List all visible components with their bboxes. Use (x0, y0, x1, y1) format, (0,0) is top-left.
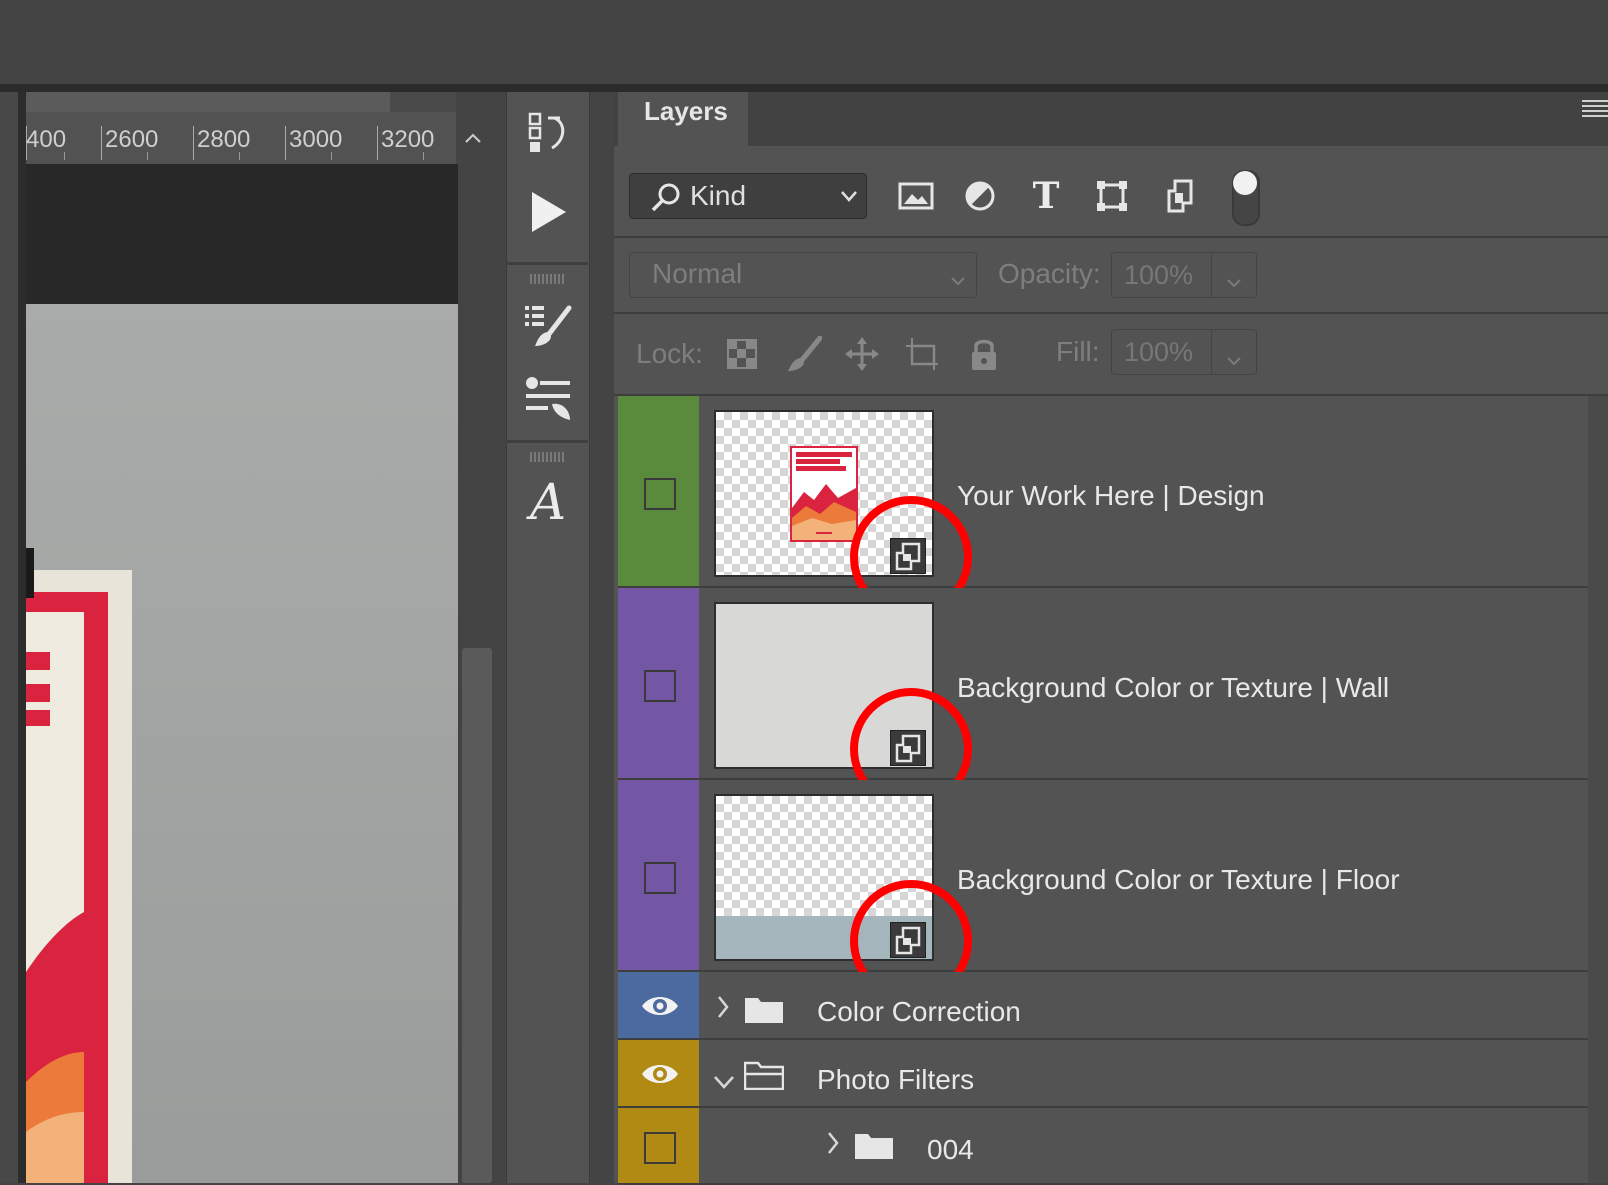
lock-all-icon[interactable] (964, 334, 1004, 374)
layers-scrollbar[interactable] (1588, 396, 1608, 1183)
chevron-down-icon[interactable] (1226, 346, 1242, 372)
horizontal-scrollbar-track[interactable] (390, 92, 456, 112)
eye-icon[interactable] (640, 1060, 680, 1088)
horizontal-scrollbar-thumb[interactable] (26, 92, 390, 112)
canvas-edge-mark (26, 548, 34, 598)
glyphs-panel-icon[interactable]: A (520, 473, 576, 531)
left-edge (0, 92, 18, 1183)
adjustment-filter-icon[interactable] (958, 174, 1002, 218)
chevron-right-icon[interactable] (716, 994, 730, 1027)
brush-settings-icon[interactable] (520, 298, 576, 354)
chevron-down-icon[interactable] (712, 1066, 736, 1097)
lock-position-icon[interactable] (842, 334, 882, 374)
open-folder-icon (743, 1060, 785, 1091)
opacity-value: 100% (1124, 260, 1194, 290)
layer-name[interactable]: Background Color or Texture | Floor (957, 864, 1400, 896)
blend-mode-value: Normal (652, 258, 743, 289)
lock-transparent-pixels-icon[interactable] (722, 334, 762, 374)
layer-group-name[interactable]: Color Correction (817, 996, 1021, 1028)
layer-visibility-toggle[interactable] (644, 478, 676, 510)
layer-name[interactable]: Your Work Here | Design (957, 480, 1265, 512)
fill-value: 100% (1124, 337, 1194, 367)
left-edge-shadow (18, 92, 26, 1183)
canvas-pasteboard (26, 164, 458, 304)
layer-group-row[interactable] (618, 1108, 1588, 1185)
chevron-down-icon (840, 182, 858, 208)
type-filter-icon[interactable]: T (1024, 174, 1068, 218)
poster-mockup-image (790, 446, 858, 542)
application-top-bar (0, 0, 1608, 84)
image-filter-icon[interactable] (894, 174, 938, 218)
chevron-down-icon (950, 266, 966, 292)
folder-icon (744, 994, 784, 1024)
ruler-label: 3200 (381, 126, 435, 153)
lock-image-pixels-icon[interactable] (784, 334, 824, 374)
actions-play-icon[interactable] (520, 184, 576, 240)
scroll-up-arrow-icon[interactable] (462, 128, 484, 150)
opacity-divider (1211, 252, 1212, 298)
search-icon (650, 182, 682, 219)
filter-toggle-knob (1233, 171, 1257, 195)
folder-icon (854, 1130, 894, 1160)
chevron-right-icon[interactable] (826, 1130, 840, 1163)
ruler-label: 2600 (105, 126, 159, 153)
lock-label: Lock: (636, 338, 703, 369)
panel-menu-icon[interactable] (1582, 98, 1608, 120)
lock-artboard-icon[interactable] (902, 334, 942, 374)
fill-label: Fill: (1056, 336, 1100, 367)
layer-visibility-toggle[interactable] (644, 670, 676, 702)
ruler-label: 2800 (197, 126, 251, 153)
panel-dock-strip (506, 92, 590, 1183)
tab-layers-label: Layers (644, 96, 728, 126)
layer-visibility-toggle[interactable] (644, 1132, 676, 1164)
fill-divider (1211, 329, 1212, 375)
tool-presets-icon[interactable] (520, 370, 576, 426)
layer-group-name[interactable]: Photo Filters (817, 1064, 974, 1096)
layer-group-name[interactable]: 004 (927, 1134, 974, 1166)
panel-tab-bar (614, 92, 1608, 146)
layer-visibility-toggle[interactable] (644, 862, 676, 894)
filter-kind-label: Kind (690, 180, 747, 211)
poster-artwork (26, 612, 84, 1183)
chevron-down-icon[interactable] (1226, 268, 1242, 294)
top-divider (0, 84, 1608, 92)
layer-name[interactable]: Background Color or Texture | Wall (957, 672, 1389, 704)
ruler-label: 400 (26, 126, 67, 153)
opacity-label: Opacity: (998, 258, 1101, 289)
shape-filter-icon[interactable] (1090, 174, 1134, 218)
history-panel-icon[interactable] (520, 106, 576, 162)
eye-icon[interactable] (640, 992, 680, 1020)
ruler-label: 3000 (289, 126, 343, 153)
vertical-scrollbar-thumb[interactable] (462, 648, 492, 1183)
smart-object-filter-icon[interactable] (1158, 174, 1202, 218)
